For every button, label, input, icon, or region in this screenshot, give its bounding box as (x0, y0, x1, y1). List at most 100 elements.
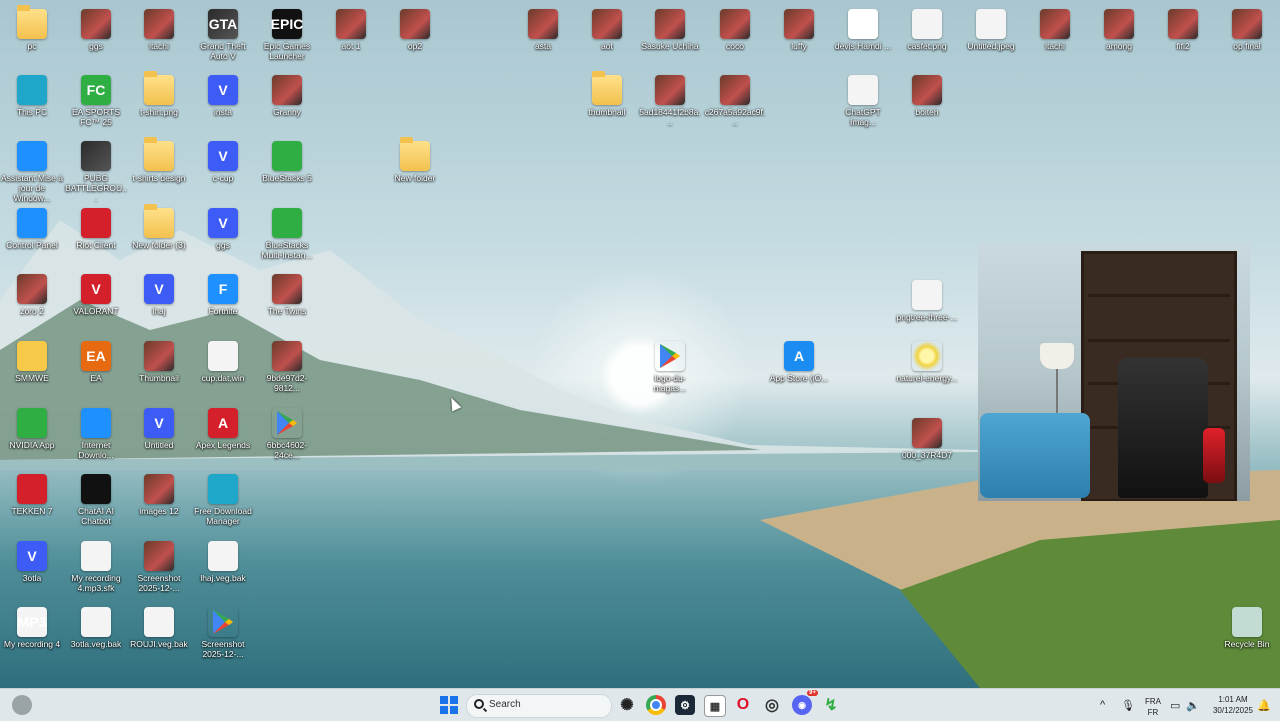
desktop-icon[interactable]: V 3otla (0, 537, 64, 583)
desktop-icon[interactable]: t-shirts design (127, 137, 191, 183)
desktop-icon[interactable]: op2 (383, 5, 447, 51)
desktop-icon[interactable]: op final (1215, 5, 1279, 51)
language-indicator[interactable]: FRA FR (1141, 696, 1165, 728)
desktop-icon[interactable]: BlueStacks 5 (255, 137, 319, 183)
download-manager-taskbar-icon[interactable]: ↯ (821, 695, 841, 715)
microphone-icon[interactable]: 🎙 (1121, 699, 1135, 712)
app-taskbar-icon[interactable]: ▦ (704, 695, 726, 717)
desktop-icon[interactable]: V Untitled (127, 404, 191, 450)
desktop-icon[interactable]: Screenshot 2025-12-... (127, 537, 191, 593)
desktop-icon[interactable]: aot (575, 5, 639, 51)
app-taskbar-icon-2[interactable]: ◎ (762, 695, 782, 715)
desktop-icon[interactable]: Assistant Mise à jour de Window... (0, 137, 64, 203)
desktop-icon[interactable]: ROUJI.veg.bak (127, 603, 191, 649)
desktop-icon[interactable]: aot 1 (319, 5, 383, 51)
image-file-icon (976, 9, 1006, 39)
desktop-icon[interactable]: V VALORANT (64, 270, 128, 316)
search-placeholder: Search (489, 699, 521, 710)
volume-icon[interactable]: 🔈 (1186, 699, 1200, 712)
desktop-icon[interactable]: boiteh (895, 71, 959, 117)
desktop-icon[interactable]: zoro 2 (0, 270, 64, 316)
desktop-icon[interactable]: asta (511, 5, 575, 51)
sun-icon (912, 341, 942, 371)
ea-fc-icon: FC (81, 75, 111, 105)
desktop-icon[interactable]: 9bde97d2-9812... (255, 337, 319, 393)
desktop-icon[interactable]: lhaj.veg.bak (191, 537, 255, 583)
desktop-icon[interactable]: A App Store (iO... (767, 337, 831, 383)
desktop-icon[interactable]: My recording 4.mp3.sfk (64, 537, 128, 593)
desktop-icon[interactable]: thumbnail (575, 71, 639, 117)
taskbar-search[interactable]: Search (466, 694, 612, 718)
desktop-icon[interactable]: Free Download Manager (191, 470, 255, 526)
desktop-icon[interactable]: casfet.png (895, 5, 959, 51)
desktop-icon[interactable]: New folder (3) (127, 204, 191, 250)
desktop-icon[interactable]: Internet Downlo... (64, 404, 128, 460)
desktop-icon[interactable]: EPIC Epic Games Launcher (255, 5, 319, 61)
desktop-icon[interactable]: Control Panel (0, 204, 64, 250)
desktop-icon[interactable]: Thumbnail (127, 337, 191, 383)
desktop-icon[interactable]: luffy (767, 5, 831, 51)
opera-taskbar-icon[interactable]: O (733, 695, 753, 715)
desktop-icon[interactable]: 000_37R4D7 (895, 414, 959, 460)
desktop-icon[interactable]: coco (703, 5, 767, 51)
desktop-icon[interactable]: 6bbc4602-24ce... (255, 404, 319, 460)
desktop-icon[interactable]: pc (0, 5, 64, 51)
steam-taskbar-icon[interactable]: ⚙ (675, 695, 695, 715)
desktop-icon[interactable]: images 12 (127, 470, 191, 516)
desktop-icon[interactable]: ggs (64, 5, 128, 51)
desktop-icon[interactable]: EA EA (64, 337, 128, 383)
desktop-icon[interactable]: NVIDIA App (0, 404, 64, 450)
desktop-icon[interactable]: c267a5a92ac9f... (703, 71, 767, 127)
desktop-icon[interactable]: itachi (1023, 5, 1087, 51)
desktop-icon[interactable]: Sasuke Uchiha (638, 5, 702, 51)
desktop-icon[interactable]: Vggs (191, 204, 255, 250)
desktop-icon[interactable]: fifi2 (1151, 5, 1215, 51)
widgets-icon[interactable] (12, 695, 32, 715)
desktop-icon[interactable]: naturel-energy... (895, 337, 959, 383)
ea-icon: EA (81, 341, 111, 371)
desktop-icon[interactable]: Granny (255, 71, 319, 117)
desktop-icon[interactable]: Recycle Bin (1215, 603, 1279, 649)
recycle-bin-icon (1232, 607, 1262, 637)
chatgpt-taskbar-icon[interactable]: ✺ (617, 695, 637, 715)
discord-taskbar-icon[interactable]: ◉ 9+ (792, 690, 818, 715)
desktop-icon[interactable]: Vc-cup (191, 137, 255, 183)
network-icon[interactable]: ▭ (1170, 699, 1180, 712)
desktop-icon[interactable]: This PC (0, 71, 64, 117)
desktop-icon[interactable]: BlueStacks Multi-Instan... (255, 204, 319, 260)
desktop-icon[interactable]: F Fortnite (191, 270, 255, 316)
desktop-icon[interactable]: ChatGPT Imag... (831, 71, 895, 127)
microphone (1203, 428, 1225, 483)
desktop-icon[interactable]: itachi (127, 5, 191, 51)
desktop[interactable]: pc ggs itachi GTA Grand Theft Auto V EPIC Epic… (0, 0, 1280, 688)
desktop-icon[interactable]: Untitled.jpeg (959, 5, 1023, 51)
desktop-icon[interactable]: New folder (383, 137, 447, 183)
desktop-icon[interactable]: MP3 My recording 4 (0, 603, 64, 649)
desktop-icon[interactable]: among (1087, 5, 1151, 51)
desktop-icon[interactable]: TEKKEN 7 (0, 470, 64, 516)
notification-bell-icon[interactable]: 🔔 (1257, 699, 1271, 712)
desktop-icon[interactable]: ChatAI AI Chatbot (64, 470, 128, 526)
desktop-icon[interactable]: pngtree-three-... (895, 276, 959, 322)
desktop-icon[interactable]: The Twins (255, 270, 319, 316)
desktop-icon[interactable]: FC EA SPORTS FC™ 25 (64, 71, 128, 127)
desktop-icon[interactable]: Vlhaj (127, 270, 191, 316)
desktop-icon[interactable]: t-shirt.png (127, 71, 191, 117)
desktop-icon[interactable]: SMMWE (0, 337, 64, 383)
desktop-icon[interactable]: PDF devis Hamdi ... (831, 5, 895, 51)
desktop-icon[interactable]: Screenshot 2025-12-... (191, 603, 255, 659)
desktop-icon[interactable]: 3otla.veg.bak (64, 603, 128, 649)
desktop-icon-label: ggs (89, 41, 103, 51)
clock[interactable]: 1:01 AM 30/12/2025 (1207, 694, 1259, 726)
desktop-icon[interactable]: A Apex Legends (191, 404, 255, 450)
desktop-icon[interactable]: GTA Grand Theft Auto V (191, 5, 255, 61)
desktop-icon[interactable]: PUBG BATTLEGROU... (64, 137, 128, 203)
desktop-icon[interactable]: 5ad18441f2b8a... (638, 71, 702, 127)
chrome-taskbar-icon[interactable] (646, 695, 666, 715)
desktop-icon[interactable]: Vinsta (191, 71, 255, 117)
desktop-icon[interactable]: cup.dat.win (191, 337, 255, 383)
start-button[interactable] (439, 695, 459, 715)
desktop-icon[interactable]: Riot Client (64, 204, 128, 250)
desktop-icon[interactable]: logo-du-magas... (638, 337, 702, 393)
show-hidden-icons-chevron-icon[interactable]: ^ (1100, 699, 1105, 711)
